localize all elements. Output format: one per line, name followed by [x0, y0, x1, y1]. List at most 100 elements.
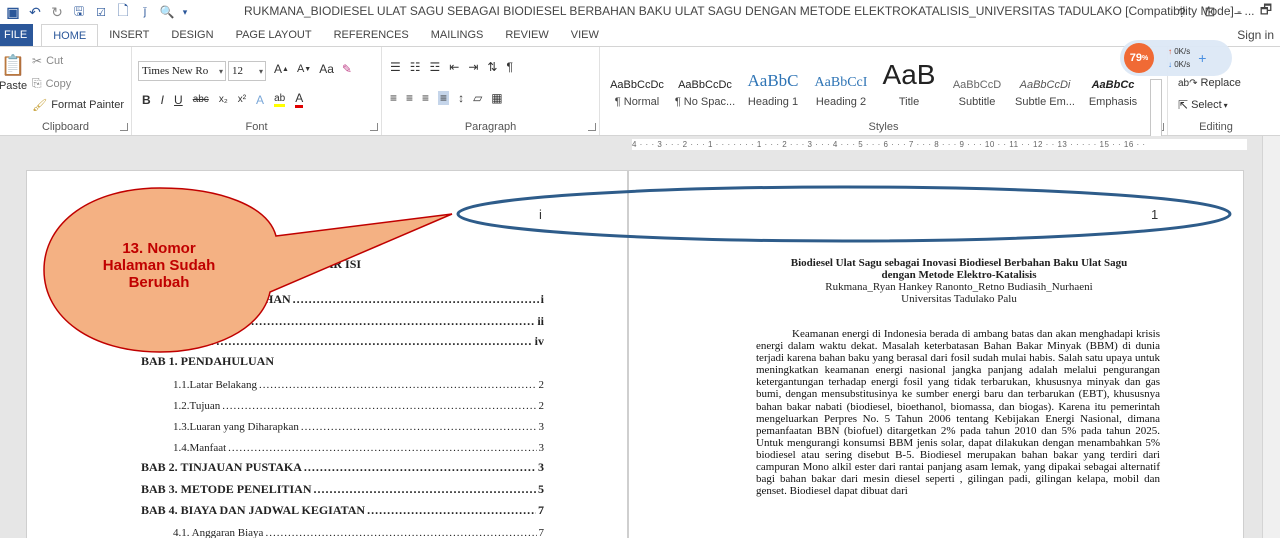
- align-right-icon[interactable]: ≡: [422, 91, 429, 105]
- clear-formatting-icon[interactable]: ✎: [342, 62, 352, 76]
- sign-in-link[interactable]: Sign in: [1237, 28, 1274, 42]
- tab-view[interactable]: VIEW: [560, 24, 610, 46]
- customize-qa-icon[interactable]: ▾: [178, 1, 192, 23]
- format-painter-button[interactable]: 🖌 Format Painter: [32, 98, 124, 112]
- strikethrough-icon[interactable]: abc: [193, 94, 209, 105]
- memory-percent-value: 79: [1129, 52, 1142, 64]
- vertical-scrollbar[interactable]: [1262, 136, 1280, 538]
- line-spacing-icon[interactable]: ↕: [458, 91, 464, 105]
- select-label: Select: [1191, 99, 1222, 111]
- tab-review[interactable]: REVIEW: [494, 24, 559, 46]
- superscript-icon[interactable]: x²: [238, 94, 246, 105]
- ribbon-display-icon[interactable]: ⊡: [1196, 0, 1224, 24]
- toc-entry[interactable]: 1.2.Tujuan 2: [173, 396, 544, 412]
- text-effects-icon[interactable]: A: [256, 93, 264, 107]
- italic-icon[interactable]: I: [161, 93, 164, 107]
- style-heading-2[interactable]: AaBbCcI Heading 2: [808, 63, 874, 119]
- tab-file[interactable]: FILE: [0, 24, 34, 46]
- shading-icon[interactable]: ▱: [473, 91, 482, 105]
- minimize-button[interactable]: –: [1224, 0, 1252, 24]
- toc-entry-text: 1.3.Luaran yang Diharapkan: [173, 421, 299, 433]
- style-heading-1[interactable]: AaBbC Heading 1: [740, 63, 806, 119]
- toc-entry[interactable]: BAB 4. BIAYA DAN JADWAL KEGIATAN 7: [141, 502, 544, 518]
- toc-leader: [304, 460, 536, 475]
- toc-entry-text: 4.1. Anggaran Biaya: [173, 527, 264, 538]
- clipboard-launcher-icon[interactable]: [120, 123, 128, 131]
- copy-button[interactable]: ⎘ Copy: [32, 76, 71, 91]
- font-name-dropdown-icon[interactable]: ▾: [219, 67, 223, 76]
- subscript-icon[interactable]: x₂: [219, 94, 228, 105]
- formula-icon[interactable]: ǰ: [134, 1, 156, 23]
- borders-icon[interactable]: ▦: [491, 91, 502, 105]
- sort-icon[interactable]: ⇅: [487, 60, 497, 74]
- paintbrush-icon: 🖌: [32, 98, 48, 112]
- page-main[interactable]: 1 Biodiesel Ulat Sagu sebagai Inovasi Bi…: [628, 170, 1244, 538]
- underline-icon[interactable]: U: [174, 93, 183, 107]
- show-marks-icon[interactable]: ¶: [506, 60, 512, 74]
- style-subtle-emphasis[interactable]: AaBbCcDi Subtle Em...: [1012, 63, 1078, 119]
- bold-icon[interactable]: B: [142, 93, 151, 107]
- select-button[interactable]: ⇱ Select ▾: [1178, 98, 1228, 112]
- align-center-icon[interactable]: ≡: [406, 91, 413, 105]
- toc-entry[interactable]: RINGKASAN iv: [141, 333, 544, 349]
- tab-home[interactable]: HOME: [41, 24, 99, 46]
- toc-entry[interactable]: BAB 3. METODE PENELITIAN 5: [141, 481, 544, 497]
- toc-entry[interactable]: HALAMAN PENGESAHAN i: [141, 291, 544, 307]
- horizontal-ruler[interactable]: 4 · · · 3 · · · 2 · · · 1 · · · · · · · …: [632, 139, 1247, 150]
- style-no-spacing[interactable]: AaBbCcDc ¶ No Spac...: [672, 63, 738, 119]
- tab-references[interactable]: REFERENCES: [323, 24, 420, 46]
- toc-entry[interactable]: 1.3.Luaran yang Diharapkan 3: [173, 417, 544, 433]
- page-toc[interactable]: i DAFTAR ISI HALAMAN PENGESAHAN i DAFTAR …: [26, 170, 628, 538]
- justify-icon[interactable]: ≡: [438, 91, 450, 105]
- change-case-button[interactable]: Aa: [319, 62, 334, 76]
- word-logo-icon: ▣: [6, 3, 20, 20]
- restore-button[interactable]: 🗗: [1252, 0, 1280, 24]
- save-icon[interactable]: 🖫: [68, 1, 90, 23]
- style-heading-2-sample: AaBbCcI: [814, 75, 868, 90]
- cut-button[interactable]: ✂ Cut: [32, 54, 63, 68]
- font-name-combo[interactable]: Times New Ro ▾: [138, 61, 226, 81]
- grow-font-icon[interactable]: A ▲: [274, 62, 289, 76]
- decrease-indent-icon[interactable]: ⇤: [449, 60, 459, 74]
- replace-button[interactable]: ab↷ Replace: [1178, 77, 1241, 89]
- page-number-arabic: 1: [1151, 207, 1159, 222]
- paragraph-launcher-icon[interactable]: [588, 123, 596, 131]
- bullets-icon[interactable]: ☰: [390, 60, 401, 74]
- font-size-dropdown-icon[interactable]: ▾: [259, 67, 263, 76]
- toc-entry[interactable]: BAB 2. TINJAUAN PUSTAKA 3: [141, 459, 544, 475]
- print-preview-icon[interactable]: 🔍: [156, 1, 178, 23]
- numbering-icon[interactable]: ☷: [410, 60, 421, 74]
- tab-design[interactable]: DESIGN: [160, 24, 224, 46]
- undo-icon[interactable]: ↶: [24, 1, 46, 23]
- font-size-combo[interactable]: 12 ▾: [228, 61, 266, 81]
- toc-entry[interactable]: 1.4.Manfaat 3: [173, 438, 544, 454]
- help-icon[interactable]: ?: [1168, 0, 1196, 24]
- toc-entry[interactable]: BAB 1. PENDAHULUAN: [141, 353, 544, 369]
- toc-entry[interactable]: DAFTAR ISI ii: [141, 313, 544, 329]
- paste-button[interactable]: 📋 Paste: [0, 53, 27, 92]
- highlight-icon[interactable]: ab: [274, 93, 286, 107]
- font-launcher-icon[interactable]: [370, 123, 378, 131]
- increase-indent-icon[interactable]: ⇥: [468, 60, 478, 74]
- style-subtitle[interactable]: AaBbCcD Subtitle: [944, 63, 1010, 119]
- redo-icon[interactable]: ↻: [46, 1, 68, 23]
- shrink-font-icon[interactable]: A ▼: [297, 63, 311, 75]
- plus-icon[interactable]: +: [1198, 50, 1206, 66]
- ribbon: 📋 Paste ✂ Cut ⎘ Copy 🖌 Format Painter Cl…: [0, 46, 1280, 151]
- toc-leader: [259, 379, 537, 391]
- multilevel-list-icon[interactable]: ☲: [430, 60, 441, 74]
- toc-entry[interactable]: 1.1.Latar Belakang 2: [173, 375, 544, 391]
- spelling-icon[interactable]: ☑: [90, 1, 112, 23]
- align-left-icon[interactable]: ≡: [390, 91, 397, 105]
- font-color-icon[interactable]: A: [295, 91, 304, 108]
- toc-entry[interactable]: 4.1. Anggaran Biaya 7: [173, 523, 544, 538]
- tab-page-layout[interactable]: PAGE LAYOUT: [225, 24, 323, 46]
- style-normal[interactable]: AaBbCcDc ¶ Normal: [604, 63, 670, 119]
- tab-insert[interactable]: INSERT: [98, 24, 160, 46]
- tab-mailings[interactable]: MAILINGS: [420, 24, 495, 46]
- toc-leader: [301, 421, 537, 433]
- style-title[interactable]: AaB Title: [876, 63, 942, 119]
- network-meter-widget[interactable]: 79% ↑ 0K/s ↓ 0K/s +: [1120, 40, 1232, 76]
- paper-body-text[interactable]: Keamanan energi di Indonesia berada di a…: [756, 328, 1160, 497]
- new-doc-icon[interactable]: 🗋: [112, 1, 134, 23]
